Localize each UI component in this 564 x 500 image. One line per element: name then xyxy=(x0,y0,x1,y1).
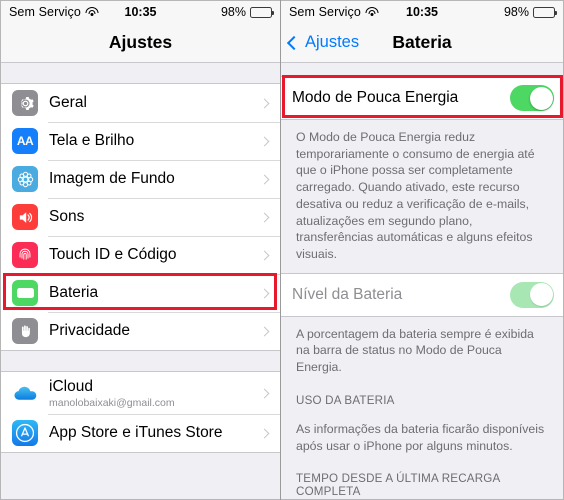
left-nav-bar: Ajustes xyxy=(1,23,280,63)
left-status-bar: Sem Serviço 10:35 98% xyxy=(1,1,280,23)
battery-usage-note: As informações da bateria ficarão dispon… xyxy=(281,411,563,465)
sidebar-item-label: iCloud xyxy=(49,377,93,395)
sidebar-item-imagem-de-fundo[interactable]: Imagem de Fundo xyxy=(1,160,280,198)
wallpaper-icon xyxy=(12,166,38,192)
chevron-right-icon xyxy=(259,428,270,438)
chevron-right-icon xyxy=(259,212,270,222)
wifi-icon xyxy=(365,7,379,17)
carrier-label: Sem Serviço xyxy=(9,5,81,19)
page-title: Ajustes xyxy=(108,32,173,52)
dual-phone-screenshot: Sem Serviço 10:35 98% Ajustes Geral AA T… xyxy=(0,0,564,500)
battery-level-toggle[interactable] xyxy=(510,281,554,308)
list-top-gap xyxy=(281,63,563,76)
low-power-mode-label: Modo de Pouca Energia xyxy=(292,89,459,106)
chevron-left-icon xyxy=(286,35,302,50)
right-nav-bar: Ajustes Bateria xyxy=(281,23,563,63)
battery-usage-section-header: USO DA BATERIA xyxy=(281,385,563,412)
gear-icon xyxy=(12,90,38,116)
battery-icon xyxy=(533,6,557,18)
battery-level-group: Nível da Bateria xyxy=(281,272,563,317)
battery-level-note: A porcentagem da bateria sempre é exibid… xyxy=(281,316,563,386)
chevron-right-icon xyxy=(259,98,270,108)
sidebar-item-label: Sons xyxy=(49,208,85,225)
settings-group-accounts: iCloud manolobaixaki@gmail.com App Store… xyxy=(1,371,280,453)
list-section-gap xyxy=(1,351,280,371)
sidebar-item-label: Touch ID e Código xyxy=(49,246,177,263)
sidebar-item-sublabel: manolobaixaki@gmail.com xyxy=(49,396,175,409)
battery-percent-label: 98% xyxy=(503,5,529,19)
battery-percent-label: 98% xyxy=(220,5,246,19)
battery-icon xyxy=(250,6,274,18)
sidebar-item-label: Bateria xyxy=(49,284,99,301)
sidebar-item-icloud[interactable]: iCloud manolobaixaki@gmail.com xyxy=(1,372,280,414)
sidebar-item-bateria[interactable]: Bateria xyxy=(1,274,280,312)
right-status-bar: Sem Serviço 10:35 98% xyxy=(281,1,563,23)
back-button[interactable]: Ajustes xyxy=(286,33,360,52)
chevron-right-icon xyxy=(259,326,270,336)
sidebar-item-privacidade[interactable]: Privacidade xyxy=(1,312,280,350)
sounds-icon xyxy=(12,204,38,230)
sidebar-item-label: Imagem de Fundo xyxy=(49,170,175,187)
chevron-right-icon xyxy=(259,288,270,298)
settings-group-main: Geral AA Tela e Brilho Imagem de Fundo S… xyxy=(1,83,280,351)
sidebar-item-label: Geral xyxy=(49,94,87,111)
sidebar-item-label: App Store e iTunes Store xyxy=(49,424,223,441)
battery-level-label: Nível da Bateria xyxy=(292,285,403,303)
sidebar-item-label: Tela e Brilho xyxy=(49,132,135,149)
status-right-group: 98% xyxy=(503,5,557,19)
status-left-group: Sem Serviço xyxy=(289,5,379,19)
icloud-label-stack: iCloud manolobaixaki@gmail.com xyxy=(49,378,261,409)
status-right-group: 98% xyxy=(220,5,274,19)
right-phone-screen: Sem Serviço 10:35 98% Ajustes Bateria Mo… xyxy=(281,0,564,500)
battery-level-row[interactable]: Nível da Bateria xyxy=(281,273,563,316)
low-power-mode-note: O Modo de Pouca Energia reduz temporaria… xyxy=(281,120,563,273)
low-power-mode-group: Modo de Pouca Energia xyxy=(281,76,563,120)
display-brightness-icon: AA xyxy=(12,128,38,154)
sidebar-item-tela-e-brilho[interactable]: AA Tela e Brilho xyxy=(1,122,280,160)
last-full-charge-subheader: TEMPO DESDE A ÚLTIMA RECARGA COMPLETA xyxy=(281,464,563,499)
chevron-right-icon xyxy=(259,136,270,146)
sidebar-item-geral[interactable]: Geral xyxy=(1,84,280,122)
sidebar-item-touch-id-e-codigo[interactable]: Touch ID e Código xyxy=(1,236,280,274)
chevron-right-icon xyxy=(259,388,270,398)
carrier-label: Sem Serviço xyxy=(289,5,361,19)
icloud-icon xyxy=(12,380,38,406)
sidebar-item-sons[interactable]: Sons xyxy=(1,198,280,236)
privacy-hand-icon xyxy=(12,318,38,344)
low-power-mode-toggle[interactable] xyxy=(510,85,554,111)
sidebar-item-label: Privacidade xyxy=(49,322,130,339)
list-top-gap xyxy=(1,63,280,83)
wifi-icon xyxy=(85,7,99,17)
sidebar-item-app-store-e-itunes-store[interactable]: App Store e iTunes Store xyxy=(1,414,280,452)
chevron-right-icon xyxy=(259,174,270,184)
battery-icon xyxy=(12,280,38,306)
chevron-right-icon xyxy=(259,250,270,260)
back-button-label: Ajustes xyxy=(305,33,360,51)
app-store-icon xyxy=(12,420,38,446)
status-left-group: Sem Serviço xyxy=(9,5,99,19)
touch-id-icon xyxy=(12,242,38,268)
left-phone-screen: Sem Serviço 10:35 98% Ajustes Geral AA T… xyxy=(0,0,280,500)
low-power-mode-row[interactable]: Modo de Pouca Energia xyxy=(281,77,563,119)
